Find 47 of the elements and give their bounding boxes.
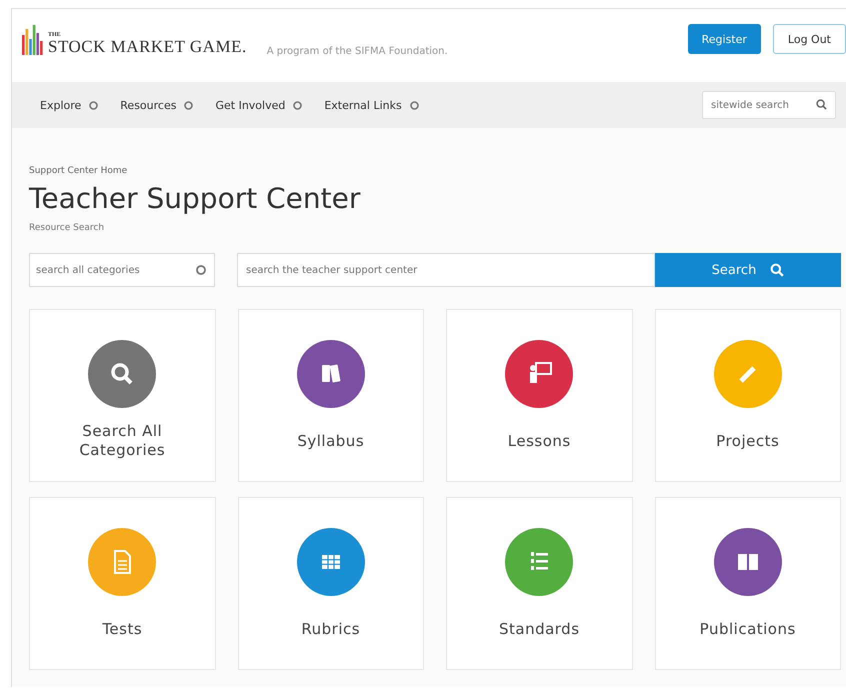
books-icon bbox=[296, 340, 365, 408]
table-icon bbox=[296, 528, 365, 596]
book-icon bbox=[714, 528, 782, 596]
category-label: Tests bbox=[101, 618, 144, 640]
page-title: Teacher Support Center bbox=[29, 182, 362, 215]
category-dropdown[interactable]: search all categories bbox=[29, 253, 215, 287]
nav-menu-item[interactable]: Explore bbox=[40, 98, 98, 112]
category-card[interactable]: Projects bbox=[654, 309, 841, 482]
category-label: Projects bbox=[715, 430, 780, 452]
logo-text: STOCK MARKET GAME. bbox=[48, 38, 247, 55]
pencil-icon bbox=[714, 340, 782, 408]
circle-icon bbox=[89, 100, 98, 110]
circle-icon bbox=[293, 100, 302, 110]
dropdown-icon bbox=[196, 265, 206, 275]
search-icon bbox=[770, 263, 784, 277]
logo-bars-icon bbox=[22, 25, 44, 55]
category-card[interactable]: Lessons bbox=[446, 309, 632, 482]
circle-icon bbox=[410, 100, 419, 110]
search-button[interactable]: Search bbox=[655, 253, 841, 287]
category-card[interactable]: Search All Categories bbox=[29, 309, 216, 482]
category-card[interactable]: Publications bbox=[654, 497, 841, 670]
register-button[interactable]: Register bbox=[688, 24, 761, 54]
category-card[interactable]: Standards bbox=[446, 497, 632, 670]
list-icon bbox=[505, 528, 574, 596]
logout-button[interactable]: Log Out bbox=[772, 24, 846, 54]
tagline: A program of the SIFMA Foundation. bbox=[266, 46, 448, 57]
category-card[interactable]: Rubrics bbox=[238, 497, 424, 670]
nav-menu-item[interactable]: Resources bbox=[120, 98, 194, 112]
breadcrumb-link[interactable]: Support Center Home bbox=[29, 166, 841, 176]
category-label: Syllabus bbox=[296, 430, 366, 452]
sitewide-search-field[interactable]: sitewide search bbox=[702, 91, 836, 119]
category-card[interactable]: Tests bbox=[29, 497, 216, 670]
nav-menu-item[interactable]: External Links bbox=[324, 98, 419, 112]
search-field[interactable]: search the teacher support center bbox=[237, 253, 655, 287]
category-card[interactable]: Syllabus bbox=[238, 309, 424, 482]
category-label: Lessons bbox=[506, 430, 572, 452]
document-icon bbox=[88, 528, 156, 596]
category-label: Rubrics bbox=[300, 618, 362, 640]
search-icon bbox=[88, 340, 156, 408]
category-label: Standards bbox=[498, 618, 581, 640]
section-label: Resource Search bbox=[29, 223, 106, 233]
circle-icon bbox=[184, 100, 194, 110]
nav-menu-item[interactable]: Get Involved bbox=[215, 98, 302, 112]
category-label: Search All Categories bbox=[78, 422, 166, 460]
presenter-icon bbox=[505, 340, 574, 408]
category-label: Publications bbox=[698, 618, 797, 640]
search-icon bbox=[816, 99, 827, 110]
